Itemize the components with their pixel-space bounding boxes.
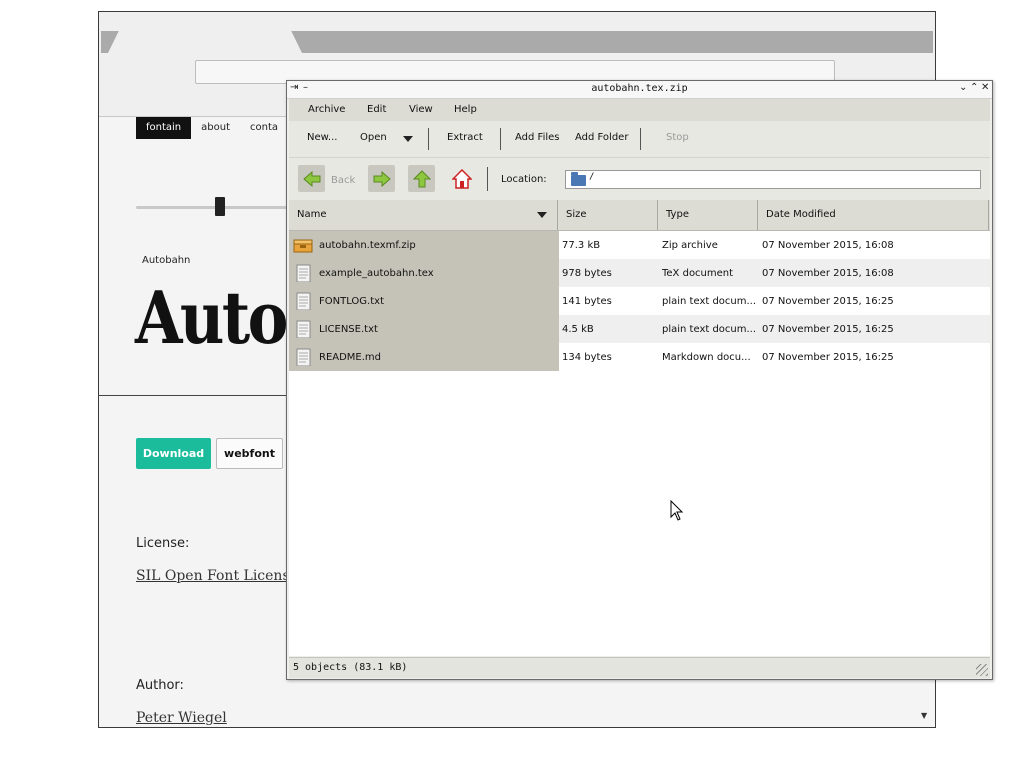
file-row[interactable]: autobahn.texmf.zip 77.3 kB Zip archive 0… [289,231,990,259]
stop-button[interactable]: Stop [666,132,689,143]
mouse-pointer-icon [670,500,684,521]
status-bar: 5 objects (83.1 kB) [289,657,990,678]
file-date: 07 November 2015, 16:25 [762,296,894,307]
file-name: FONTLOG.txt [319,296,384,307]
file-name: example_autobahn.tex [319,268,434,279]
new-button[interactable]: New... [307,132,337,143]
up-button[interactable] [408,165,435,192]
file-date: 07 November 2015, 16:08 [762,240,894,251]
archive-manager-window: ⇥ – autobahn.tex.zip ⌄ ⌃ ✕ Archive Edit … [286,80,993,680]
file-size: 77.3 kB [562,240,601,251]
file-row[interactable]: LICENSE.txt 4.5 kB plain text docum... 0… [289,315,990,343]
nav-item-fontain[interactable]: fontain [136,117,192,139]
forward-arrow-icon [373,170,391,187]
file-type: Zip archive [662,240,718,251]
archive-icon [293,239,313,253]
home-button[interactable] [448,165,475,192]
file-type: plain text docum... [662,296,757,307]
location-label: Location: [501,174,547,185]
menu-view[interactable]: View [409,104,433,115]
file-size: 134 bytes [562,352,612,363]
toolbar-separator [500,128,501,150]
menu-bar: Archive Edit View Help [289,99,990,121]
file-row[interactable]: example_autobahn.tex 978 bytes TeX docum… [289,259,990,287]
menu-help[interactable]: Help [454,104,477,115]
open-button[interactable]: Open [360,132,387,143]
close-icon[interactable]: ✕ [981,82,989,93]
minimize-icon[interactable]: ⌄ [959,82,967,93]
file-type: plain text docum... [662,324,757,335]
column-type[interactable]: Type [658,200,758,230]
back-arrow-icon [302,170,320,187]
add-files-button[interactable]: Add Files [515,132,559,143]
toolbar-separator [428,128,429,150]
location-input[interactable]: / [565,170,981,189]
file-list[interactable]: autobahn.texmf.zip 77.3 kB Zip archive 0… [289,231,990,656]
file-type: TeX document [662,268,734,279]
webfont-button[interactable]: webfont [216,438,283,469]
file-size: 141 bytes [562,296,612,307]
sort-descending-icon [537,212,547,218]
menu-edit[interactable]: Edit [367,104,386,115]
download-button[interactable]: Download [136,438,211,469]
open-dropdown-icon[interactable] [403,136,413,142]
column-size[interactable]: Size [558,200,658,230]
toolbar: New... Open Extract Add Files Add Folder… [289,121,990,158]
scroll-down-icon[interactable]: ▼ [921,711,927,720]
maximize-icon[interactable]: ⌃ [970,82,978,93]
back-label: Back [331,175,356,186]
location-path: / [589,172,595,182]
document-icon [296,264,311,282]
nav-item-contact[interactable]: conta [240,117,288,139]
document-icon [296,320,311,338]
license-link[interactable]: SIL Open Font Licens [136,568,290,584]
site-nav: fontain about conta [136,117,288,139]
add-folder-button[interactable]: Add Folder [575,132,628,143]
status-text: 5 objects (83.1 kB) [293,662,408,673]
file-size: 4.5 kB [562,324,594,335]
file-name: LICENSE.txt [319,324,378,335]
toolbar-separator [640,128,641,150]
window-title: autobahn.tex.zip [591,83,688,94]
folder-icon [571,172,586,186]
resize-grip-icon[interactable] [976,664,988,676]
file-size: 978 bytes [562,268,612,279]
author-link[interactable]: Peter Wiegel [136,710,227,726]
column-header: Name Size Type Date Modified [289,200,990,231]
file-date: 07 November 2015, 16:25 [762,352,894,363]
column-type-label: Type [666,209,689,220]
home-icon [451,168,472,189]
column-size-label: Size [566,209,587,220]
forward-button[interactable] [368,165,395,192]
file-name: README.md [319,352,382,363]
title-bar[interactable]: ⇥ – autobahn.tex.zip ⌄ ⌃ ✕ [287,81,992,99]
file-row[interactable]: README.md 134 bytes Markdown docu... 07 … [289,343,990,371]
file-type: Markdown docu... [662,352,751,363]
nav-item-about[interactable]: about [191,117,240,139]
file-name: autobahn.texmf.zip [319,240,416,251]
font-name-label: Autobahn [142,255,191,266]
location-bar: Back Location: / [289,158,990,201]
toolbar-separator [487,167,488,191]
back-button[interactable] [298,165,325,192]
up-arrow-icon [412,169,431,187]
size-slider-thumb[interactable] [215,197,225,216]
menu-archive[interactable]: Archive [308,104,345,115]
author-label: Author: [136,678,184,693]
column-name-label: Name [297,209,327,220]
browser-tab[interactable] [107,31,303,55]
file-row[interactable]: FONTLOG.txt 141 bytes plain text docum..… [289,287,990,315]
file-date: 07 November 2015, 16:25 [762,324,894,335]
document-icon [296,348,311,366]
column-date-label: Date Modified [766,209,836,220]
column-date-modified[interactable]: Date Modified [758,200,989,230]
file-date: 07 November 2015, 16:08 [762,268,894,279]
extract-button[interactable]: Extract [447,132,483,143]
document-icon [296,292,311,310]
column-name[interactable]: Name [289,200,558,230]
license-label: License: [136,536,190,551]
